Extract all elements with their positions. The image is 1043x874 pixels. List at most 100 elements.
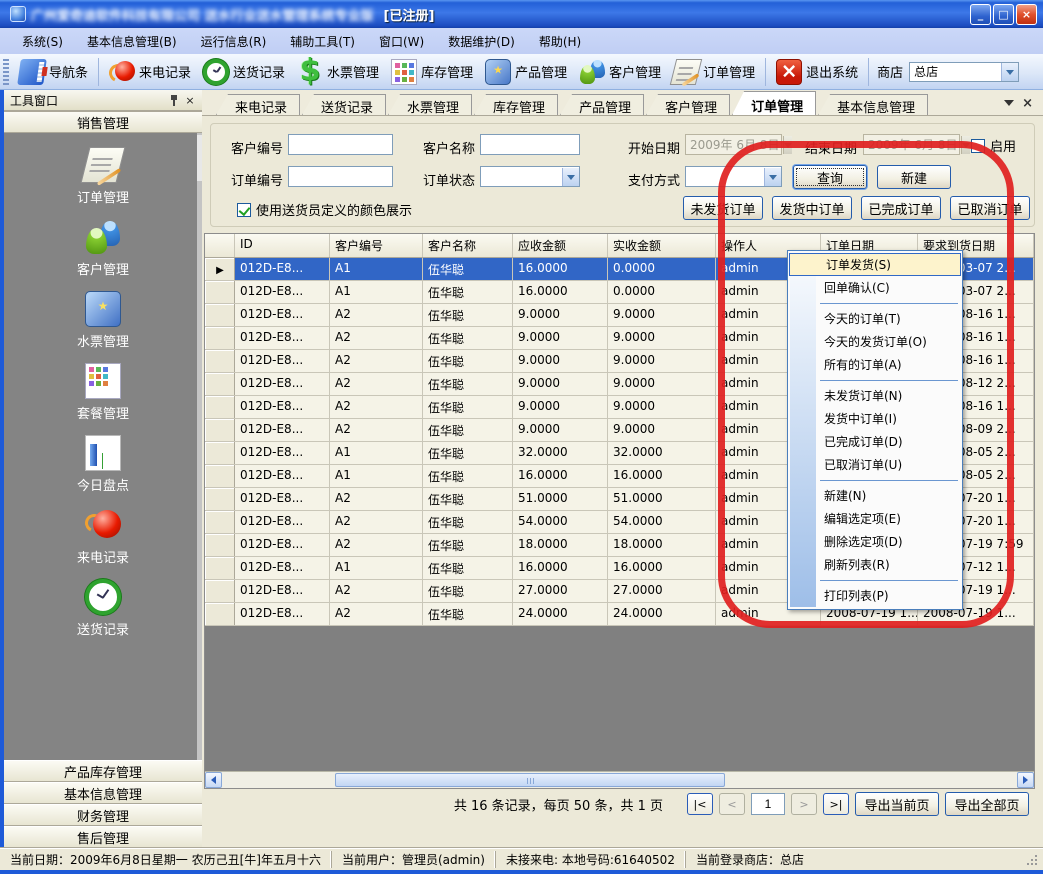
context-menu-item[interactable]: 今天的订单(T) xyxy=(788,307,962,330)
toolbar-button[interactable]: 产品管理 xyxy=(479,57,573,87)
export-current-page-button[interactable]: 导出当前页 xyxy=(855,792,939,816)
menu-item[interactable]: 运行信息(R) xyxy=(189,30,279,53)
order-status-filter-button[interactable]: 发货中订单 xyxy=(772,196,852,220)
column-header[interactable]: 客户编号 xyxy=(330,234,423,257)
row-selector-cell[interactable]: ▶ xyxy=(205,419,235,441)
row-selector-cell[interactable]: ▶ xyxy=(205,511,235,533)
toolbar-button[interactable]: 导航条 xyxy=(13,57,94,87)
pin-icon[interactable] xyxy=(166,93,182,108)
order-status-select[interactable] xyxy=(480,166,580,187)
sidebar-item[interactable]: 订单管理 xyxy=(77,147,129,206)
separator[interactable] xyxy=(788,376,962,384)
order-status-filter-button[interactable]: 已取消订单 xyxy=(950,196,1030,220)
new-button[interactable]: 新建 xyxy=(877,165,951,189)
enable-checkbox-row[interactable]: 启用 xyxy=(971,136,1016,155)
toolbar-button[interactable]: 送货记录 xyxy=(197,57,291,87)
query-button[interactable]: 查询 xyxy=(793,165,867,189)
order-status-filter-button[interactable]: 已完成订单 xyxy=(861,196,941,220)
separator[interactable] xyxy=(788,576,962,584)
row-selector-cell[interactable]: ▶ xyxy=(205,488,235,510)
tab[interactable]: 基本信息管理 xyxy=(818,94,928,115)
sidebar-item[interactable]: 送货记录 xyxy=(77,579,129,638)
separator[interactable] xyxy=(98,58,99,86)
row-selector-cell[interactable]: ▶ xyxy=(205,465,235,487)
sidebar-group-button[interactable]: 财务管理 xyxy=(4,804,202,826)
scroll-right-icon[interactable] xyxy=(1017,772,1034,788)
sidebar-item[interactable]: 今日盘点 xyxy=(77,435,129,494)
separator[interactable] xyxy=(765,58,766,86)
row-selector-cell[interactable]: ▶ xyxy=(205,580,235,602)
end-date-picker[interactable]: 2009年 6月 8日 xyxy=(863,134,960,155)
toolbar-button[interactable]: 客户管理 xyxy=(573,57,667,87)
start-date-picker[interactable]: 2009年 6月 8日 xyxy=(685,134,782,155)
resize-grip[interactable] xyxy=(1027,855,1037,865)
tab[interactable]: 库存管理 xyxy=(474,94,558,115)
maximize-button[interactable]: □ xyxy=(993,4,1014,25)
order-status-filter-button[interactable]: 未发货订单 xyxy=(683,196,763,220)
color-checkbox-row[interactable]: 使用送货员定义的颜色展示 xyxy=(237,200,412,219)
sidebar-item[interactable]: 来电记录 xyxy=(77,507,129,566)
context-menu-item[interactable]: 所有的订单(A) xyxy=(788,353,962,376)
context-menu-item[interactable]: 订单发货(S) xyxy=(789,253,961,276)
pay-method-select[interactable] xyxy=(685,166,782,187)
context-menu-item[interactable]: 新建(N) xyxy=(788,484,962,507)
customer-no-input[interactable] xyxy=(288,134,393,155)
chevron-down-icon[interactable] xyxy=(764,168,781,186)
row-selector-cell[interactable]: ▶ xyxy=(205,304,235,326)
column-header[interactable]: ID xyxy=(235,234,330,257)
customer-name-input[interactable] xyxy=(480,134,580,155)
toolbar-button[interactable]: 水票管理 xyxy=(291,57,385,87)
sidebar-item[interactable]: 套餐管理 xyxy=(77,363,129,422)
toolbar-button[interactable]: 来电记录 xyxy=(103,57,197,87)
sidebar-item[interactable]: 客户管理 xyxy=(77,219,129,278)
chevron-down-icon[interactable] xyxy=(562,168,579,186)
context-menu-item[interactable]: 已取消订单(U) xyxy=(788,453,962,476)
scroll-left-icon[interactable] xyxy=(205,772,222,788)
menu-item[interactable]: 系统(S) xyxy=(10,30,75,53)
context-menu-item[interactable]: 刷新列表(R) xyxy=(788,553,962,576)
sidebar-group-button[interactable]: 产品库存管理 xyxy=(4,760,202,782)
enable-checkbox[interactable] xyxy=(971,139,985,153)
separator[interactable] xyxy=(788,476,962,484)
context-menu-item[interactable]: 回单确认(C) xyxy=(788,276,962,299)
column-header[interactable]: 客户名称 xyxy=(423,234,513,257)
sidebar-group-button[interactable]: 基本信息管理 xyxy=(4,782,202,804)
row-selector-cell[interactable]: ▶ xyxy=(205,442,235,464)
menu-item[interactable]: 帮助(H) xyxy=(527,30,593,53)
row-selector-cell[interactable]: ▶ xyxy=(205,396,235,418)
menu-item[interactable]: 辅助工具(T) xyxy=(278,30,367,53)
row-selector-cell[interactable]: ▶ xyxy=(205,534,235,556)
toolbar-button[interactable]: 订单管理 xyxy=(667,57,761,87)
minimize-button[interactable]: _ xyxy=(970,4,991,25)
separator[interactable] xyxy=(788,299,962,307)
tab[interactable]: 产品管理 xyxy=(560,94,644,115)
tool-window-close-icon[interactable]: × xyxy=(182,93,198,108)
sidebar-group-button[interactable]: 售后管理 xyxy=(4,826,202,848)
last-page-button[interactable]: >| xyxy=(823,793,849,815)
row-selector-cell[interactable]: ▶ xyxy=(205,373,235,395)
scrollbar-thumb[interactable] xyxy=(335,773,725,787)
shop-select[interactable]: 总店 xyxy=(909,62,1019,82)
tab[interactable]: 来电记录 xyxy=(216,94,300,115)
row-selector-cell[interactable]: ▶ xyxy=(205,350,235,372)
prev-page-button[interactable]: < xyxy=(719,793,745,815)
tab[interactable]: 订单管理 xyxy=(732,91,816,115)
page-number-input[interactable] xyxy=(751,793,785,815)
row-selector-cell[interactable]: ▶ xyxy=(205,557,235,579)
horizontal-scrollbar[interactable] xyxy=(205,771,1034,788)
sidebar-group-sales[interactable]: 销售管理 xyxy=(4,111,202,133)
menu-item[interactable]: 窗口(W) xyxy=(367,30,436,53)
close-button[interactable]: × xyxy=(1016,4,1037,25)
next-page-button[interactable]: > xyxy=(791,793,817,815)
toolbar-button[interactable]: 退出系统 xyxy=(770,57,864,87)
chevron-down-icon[interactable] xyxy=(1001,63,1018,81)
context-menu-item[interactable]: 打印列表(P) xyxy=(788,584,962,607)
tab-close-icon[interactable]: × xyxy=(1022,96,1033,111)
separator[interactable] xyxy=(868,58,869,86)
context-menu-item[interactable]: 删除选定项(D) xyxy=(788,530,962,553)
row-selector-cell[interactable]: ▶ xyxy=(205,258,235,280)
context-menu-item[interactable]: 今天的发货订单(O) xyxy=(788,330,962,353)
first-page-button[interactable]: |< xyxy=(687,793,713,815)
column-header[interactable]: 实收金额 xyxy=(608,234,716,257)
row-selector-cell[interactable]: ▶ xyxy=(205,603,235,625)
